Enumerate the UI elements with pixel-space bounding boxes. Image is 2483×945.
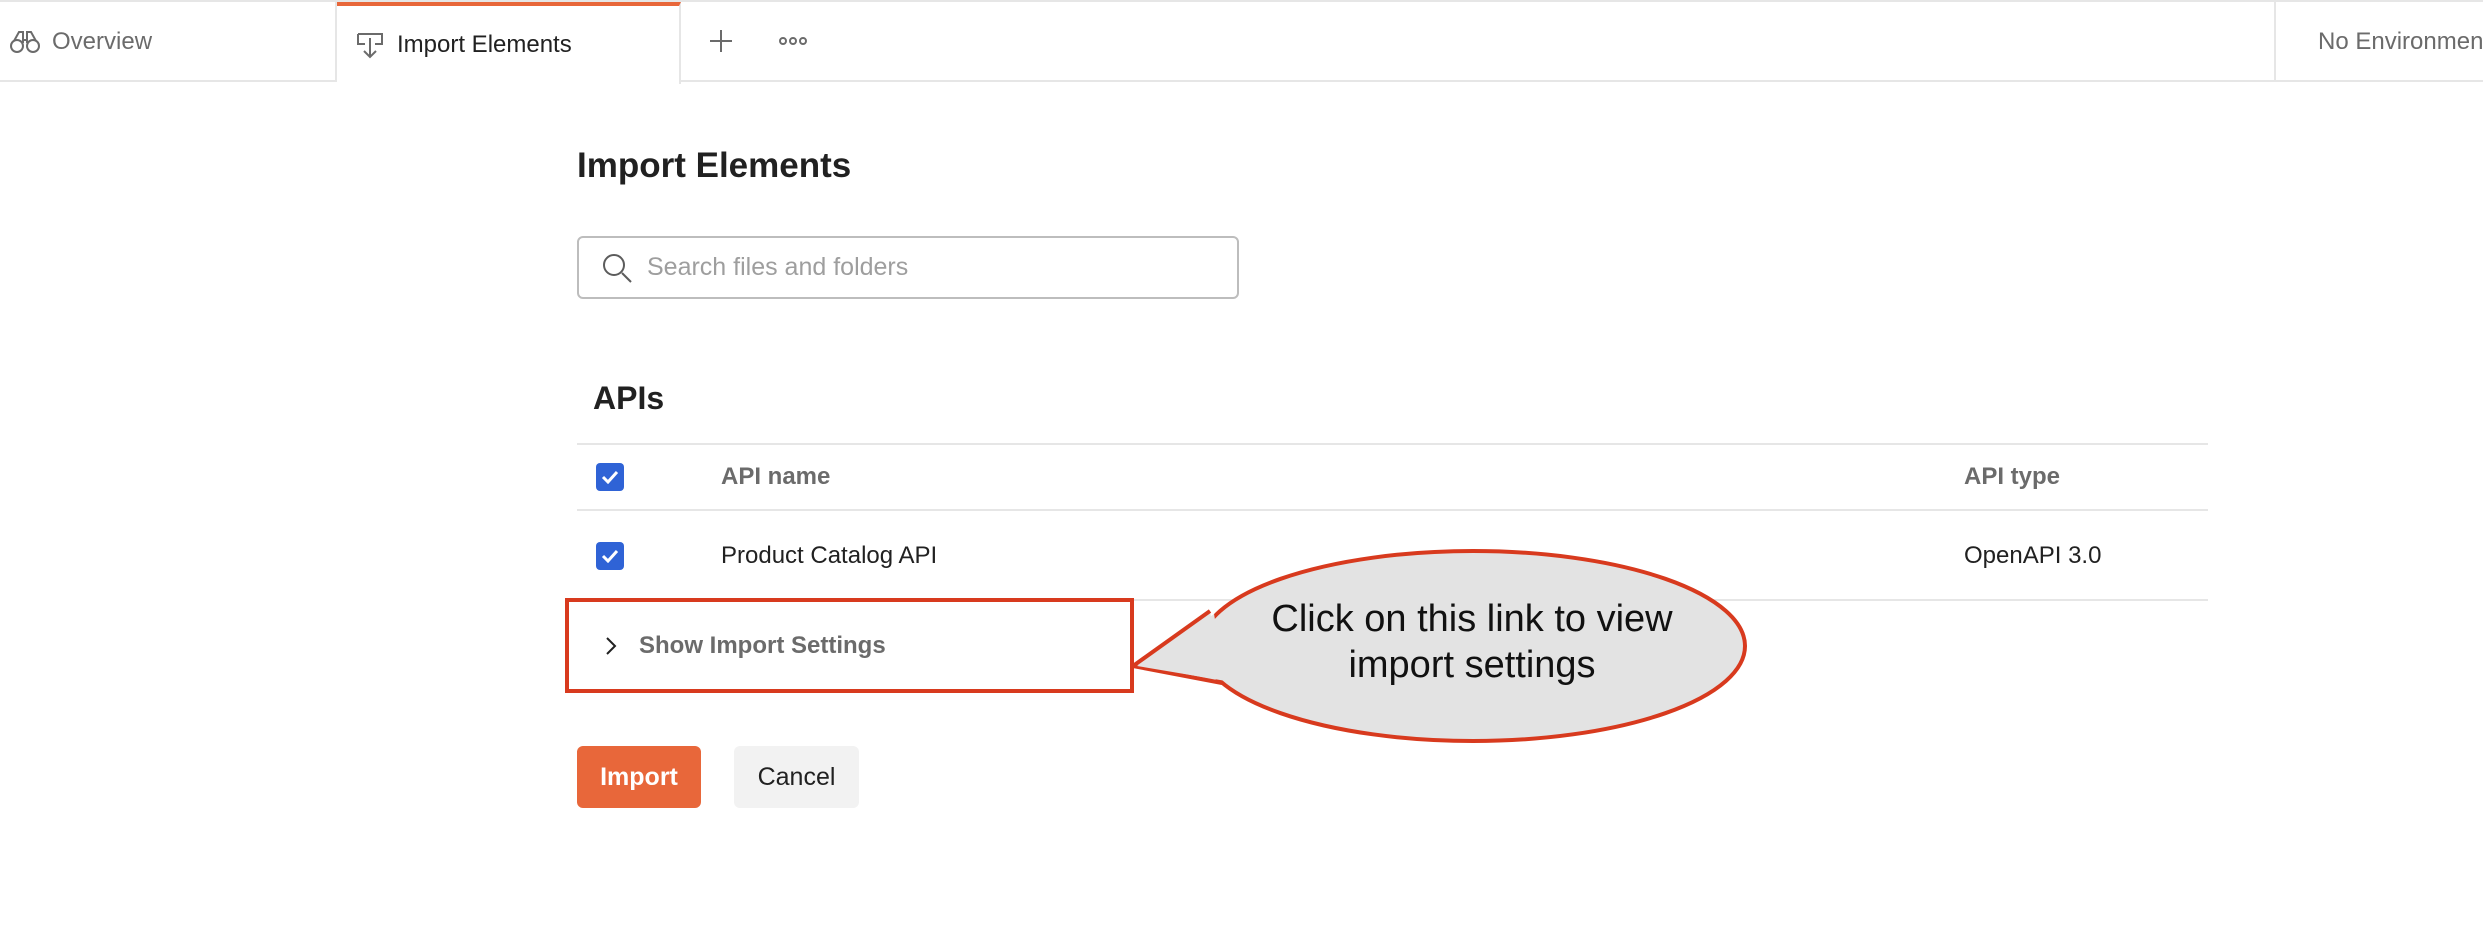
api-name-cell: Product Catalog API bbox=[721, 542, 938, 569]
binoculars-icon bbox=[8, 25, 42, 59]
tab-import-elements-label: Import Elements bbox=[397, 31, 572, 58]
search-icon bbox=[603, 253, 632, 283]
environment-label: No Environment bbox=[2318, 28, 2483, 55]
import-tray-icon bbox=[353, 28, 387, 62]
cancel-button[interactable]: Cancel bbox=[734, 746, 859, 808]
checkmark-icon bbox=[601, 470, 619, 484]
callout-line-1: Click on this link to view bbox=[1271, 598, 1673, 640]
show-import-settings-link[interactable]: Show Import Settings bbox=[565, 598, 1134, 693]
more-tabs-button[interactable] bbox=[772, 20, 814, 62]
select-all-checkbox[interactable] bbox=[596, 463, 624, 491]
tab-overview-label: Overview bbox=[52, 28, 153, 55]
callout-line-2: import settings bbox=[1348, 644, 1596, 686]
table-header-row: API name API type bbox=[577, 443, 2208, 509]
column-header-api-type: API type bbox=[1964, 463, 2061, 490]
tab-import-elements[interactable]: Import Elements bbox=[337, 2, 681, 84]
ellipsis-icon bbox=[779, 37, 807, 45]
plus-icon bbox=[710, 30, 732, 52]
show-import-settings-label: Show Import Settings bbox=[639, 631, 886, 659]
environment-selector[interactable]: No Environment bbox=[2274, 2, 2483, 82]
new-tab-button[interactable] bbox=[700, 20, 742, 62]
search-input[interactable] bbox=[647, 253, 1237, 282]
callout-text: Click on this link to view import settin… bbox=[1203, 596, 1741, 688]
apis-section-title: APIs bbox=[593, 380, 665, 416]
page-title: Import Elements bbox=[577, 146, 852, 185]
row-checkbox[interactable] bbox=[596, 542, 624, 570]
api-type-cell: OpenAPI 3.0 bbox=[1964, 542, 2102, 569]
tab-bar: Overview Import Elements No Environment bbox=[0, 0, 2483, 84]
column-header-api-name: API name bbox=[721, 463, 831, 490]
checkmark-icon bbox=[601, 549, 619, 563]
search-box[interactable] bbox=[577, 236, 1239, 299]
import-button[interactable]: Import bbox=[577, 746, 701, 808]
tab-overview[interactable]: Overview bbox=[0, 2, 337, 82]
chevron-right-icon bbox=[606, 636, 617, 655]
